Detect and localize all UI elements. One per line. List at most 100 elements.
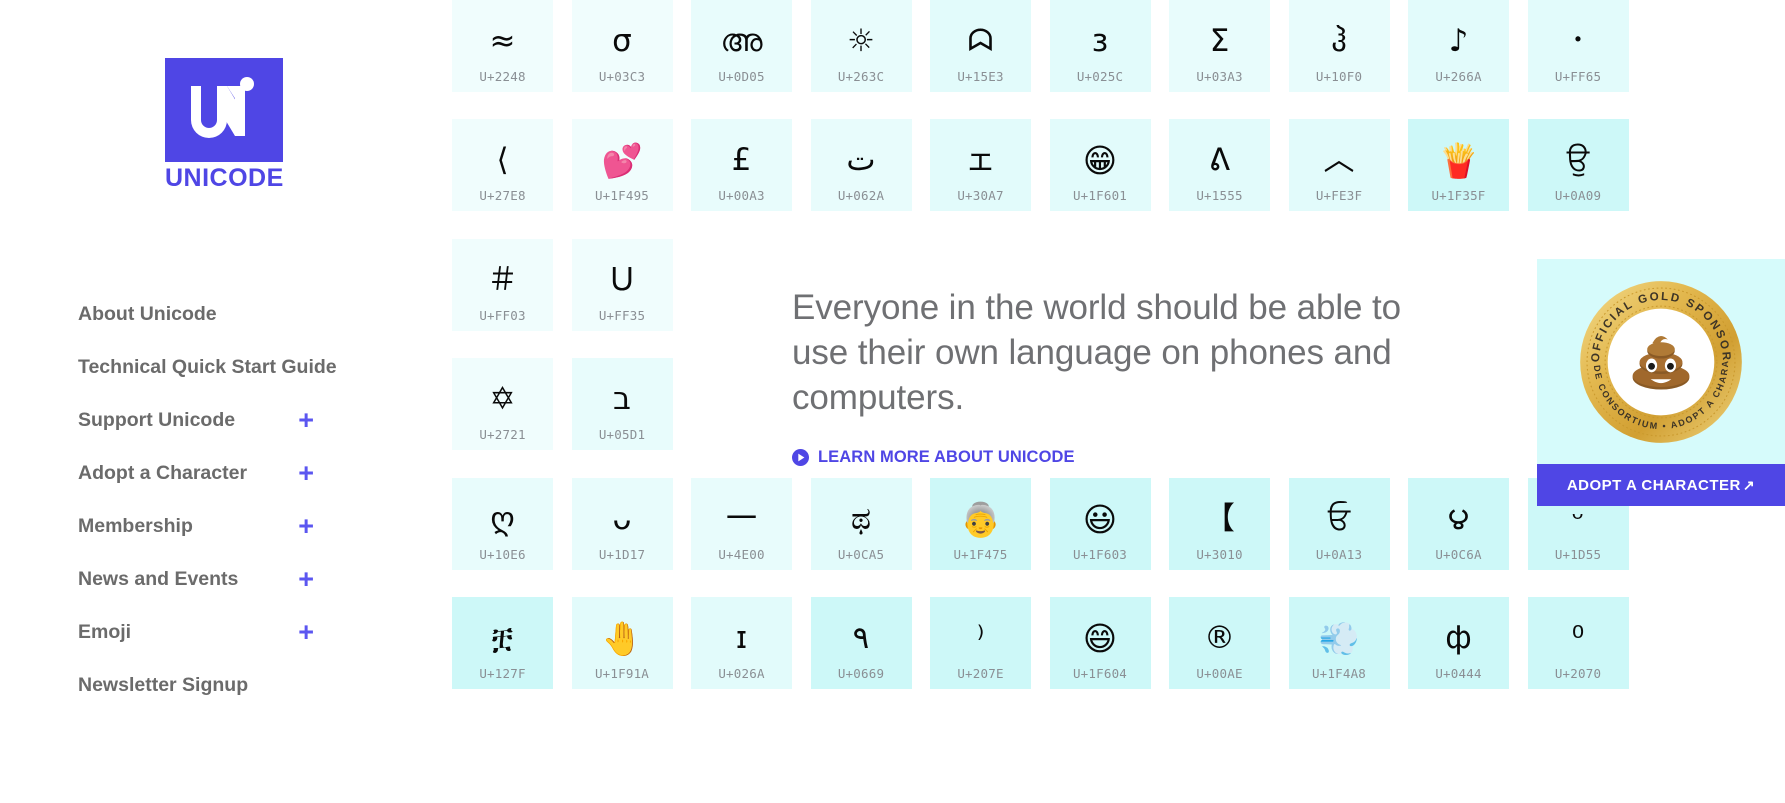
character-glyph: ⁰ (1571, 619, 1585, 656)
character-glyph: ב (613, 380, 631, 417)
character-tile[interactable]: ב U+05D1 (571, 358, 673, 450)
unicode-wordmark: UNICODE (165, 164, 284, 192)
character-glyph: ᴗ (612, 500, 632, 537)
sidebar-item-adopt-a-character[interactable]: Adopt a Character + (78, 447, 358, 500)
character-glyph: 💕 (601, 140, 643, 180)
adopt-a-character-button[interactable]: ADOPT A CHARACTER ↗ (1537, 464, 1785, 506)
character-tile[interactable]: 😁 U+1F601 (1049, 119, 1151, 211)
character-tile[interactable]: 一 U+4E00 (691, 478, 792, 570)
character-codepoint: U+1F603 (1072, 546, 1128, 562)
character-tile[interactable]: ✡ U+2721 (452, 358, 553, 450)
character-tile[interactable]: ☼ U+263C (810, 0, 912, 92)
character-tile[interactable]: ︿ U+FE3F (1288, 119, 1390, 211)
character-tile[interactable]: ਓ U+0A13 (1288, 478, 1390, 570)
sidebar-item-emoji[interactable]: Emoji + (78, 606, 358, 659)
expand-plus-icon[interactable]: + (298, 460, 314, 487)
character-tile[interactable]: ® U+00AE (1169, 597, 1270, 689)
character-tile[interactable]: ɪ U+026A (691, 597, 792, 689)
character-codepoint: U+0D05 (718, 68, 765, 84)
character-glyph: ᗣ (967, 22, 994, 59)
character-tile[interactable]: ቿ U+127F (452, 597, 553, 689)
character-codepoint: U+30A7 (957, 187, 1004, 203)
sidebar-item-news-and-events[interactable]: News and Events + (78, 553, 358, 606)
character-tile[interactable]: ･ U+FF65 (1527, 0, 1629, 92)
sidebar-item-label: Emoji (78, 620, 132, 643)
character-tile[interactable]: ౪ U+0C6A (1408, 478, 1509, 570)
character-tile[interactable]: ჰ U+10F0 (1288, 0, 1390, 92)
unicode-homepage: UNICODE About Unicode Technical Quick Sta… (0, 0, 1785, 803)
character-tile[interactable]: £ U+00A3 (691, 119, 792, 211)
expand-plus-icon[interactable]: + (298, 513, 314, 540)
character-tile[interactable]: ＃ U+FF03 (452, 239, 553, 331)
sponsor-badge-panel: OFFICIAL GOLD SPONSOR UNICODE CONSORTIUM… (1537, 259, 1785, 464)
character-tile[interactable]: ღ U+10E6 (452, 478, 553, 570)
learn-more-link[interactable]: LEARN MORE ABOUT UNICODE (792, 448, 1075, 467)
character-glyph: 【 (1204, 500, 1235, 537)
sidebar-item-membership[interactable]: Membership + (78, 500, 358, 553)
sidebar-item-support-unicode[interactable]: Support Unicode + (78, 394, 358, 447)
expand-plus-icon[interactable]: + (298, 407, 314, 434)
character-tile[interactable]: ᕕ U+1555 (1169, 119, 1270, 211)
sidebar-item-label: Adopt a Character (78, 461, 248, 484)
character-tile[interactable]: ェ U+30A7 (930, 119, 1031, 211)
character-glyph: ☼ (847, 22, 875, 59)
character-tile[interactable]: 🤚 U+1F91A (571, 597, 673, 689)
character-tile[interactable]: ಥ U+0CA5 (810, 478, 912, 570)
character-tile[interactable]: 🍟 U+1F35F (1408, 119, 1509, 211)
sidebar-item-newsletter-signup[interactable]: Newsletter Signup (78, 659, 358, 712)
character-tile[interactable]: 【 U+3010 (1169, 478, 1270, 570)
character-tile[interactable]: ⟨ U+27E8 (452, 119, 553, 211)
learn-more-label: LEARN MORE ABOUT UNICODE (818, 448, 1075, 467)
character-glyph: 😁 (1082, 140, 1118, 180)
character-tile[interactable]: ɜ U+025C (1049, 0, 1151, 92)
character-glyph: Σ (1209, 22, 1230, 59)
character-tile[interactable]: ਉ U+0A09 (1527, 119, 1629, 211)
sidebar-item-label: Membership (78, 514, 193, 537)
character-glyph: ･ (1570, 22, 1586, 59)
character-tile[interactable]: σ U+03C3 (571, 0, 673, 92)
character-tile[interactable]: 😄 U+1F604 (1049, 597, 1151, 689)
character-tile[interactable]: 😃 U+1F603 (1049, 478, 1151, 570)
character-tile[interactable]: 👵 U+1F475 (930, 478, 1031, 570)
character-tile[interactable]: ф U+0444 (1408, 597, 1509, 689)
character-glyph: 😄 (1082, 618, 1118, 658)
character-tile[interactable]: ت U+062A (810, 119, 912, 211)
character-codepoint: U+207E (957, 665, 1004, 681)
character-codepoint: U+062A (837, 187, 885, 203)
character-glyph: ɜ (1091, 22, 1109, 59)
character-glyph: ♪ (1448, 22, 1469, 59)
character-glyph: 🍟 (1437, 140, 1480, 180)
play-circle-icon (792, 449, 809, 467)
unicode-logo-mark-icon (165, 58, 283, 162)
character-tile[interactable]: അ U+0D05 (691, 0, 792, 92)
character-codepoint: U+00AE (1196, 665, 1243, 681)
character-codepoint: U+0C6A (1435, 546, 1482, 562)
character-codepoint: U+1F35F (1431, 187, 1486, 203)
character-glyph: ჰ (1331, 22, 1347, 59)
character-codepoint: U+FF03 (479, 307, 526, 323)
character-tile[interactable]: 💕 U+1F495 (571, 119, 673, 211)
character-codepoint: U+0444 (1435, 665, 1482, 681)
unicode-logo[interactable]: UNICODE (165, 58, 283, 193)
character-tile[interactable]: Σ U+03A3 (1169, 0, 1270, 92)
character-codepoint: U+FE3F (1315, 187, 1363, 203)
character-tile[interactable]: ⁰ U+2070 (1527, 597, 1629, 689)
character-codepoint: U+1555 (1196, 187, 1243, 203)
sidebar-item-about-unicode[interactable]: About Unicode (78, 288, 358, 341)
character-tile[interactable]: ≈ U+2248 (452, 0, 553, 92)
character-tile[interactable]: Ｕ U+FF35 (571, 239, 673, 331)
adopt-button-label: ADOPT A CHARACTER (1566, 476, 1741, 494)
expand-plus-icon[interactable]: + (298, 619, 314, 646)
character-tile[interactable]: ⁾ U+207E (930, 597, 1031, 689)
character-tile[interactable]: ᴗ U+1D17 (571, 478, 673, 570)
sidebar-item-technical-quick-start-guide[interactable]: Technical Quick Start Guide (78, 341, 358, 394)
expand-plus-icon[interactable]: + (298, 566, 314, 593)
character-tile[interactable]: ᗣ U+15E3 (930, 0, 1031, 92)
character-codepoint: U+1F495 (594, 187, 650, 203)
character-tile[interactable]: ♪ U+266A (1408, 0, 1509, 92)
character-codepoint: U+3010 (1196, 546, 1243, 562)
character-codepoint: U+1F4A8 (1311, 665, 1367, 681)
character-tile[interactable]: 💨 U+1F4A8 (1288, 597, 1390, 689)
character-codepoint: U+FF35 (598, 307, 646, 323)
character-tile[interactable]: ٩ U+0669 (810, 597, 912, 689)
